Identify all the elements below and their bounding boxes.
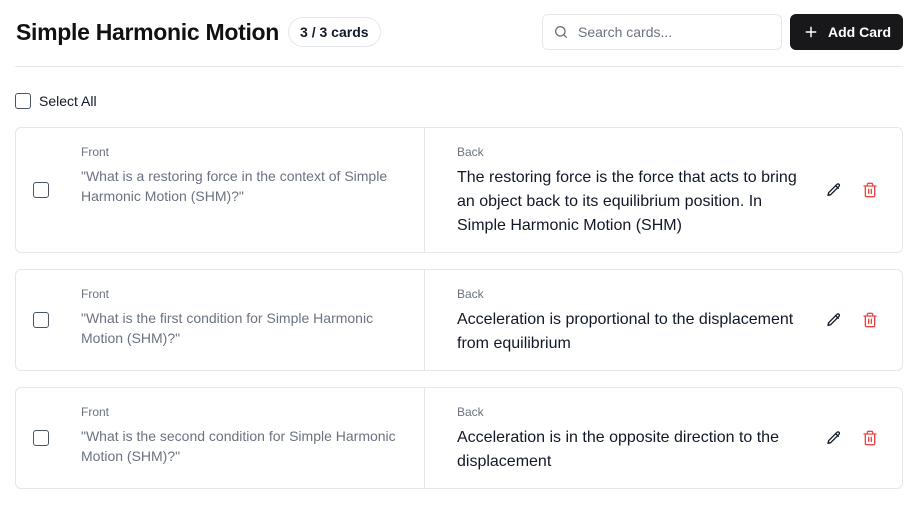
front-text: "What is a restoring force in the contex… xyxy=(81,168,388,204)
card-front: Front "What is the second condition for … xyxy=(65,388,425,488)
back-label: Back xyxy=(457,145,484,159)
delete-button[interactable] xyxy=(858,426,882,450)
search-box[interactable] xyxy=(542,14,782,50)
back-text: Acceleration is proportional to the disp… xyxy=(457,311,794,352)
flashcard: Front "What is the second condition for … xyxy=(15,387,903,489)
search-input[interactable] xyxy=(578,24,768,40)
card-actions xyxy=(822,270,902,370)
flashcard: Front "What is the first condition for S… xyxy=(15,269,903,371)
card-count-badge: 3 / 3 cards xyxy=(288,17,381,47)
back-text: The restoring force is the force that ac… xyxy=(457,169,797,234)
plus-icon xyxy=(804,25,818,39)
flashcard: Front "What is a restoring force in the … xyxy=(15,127,903,253)
card-checkbox[interactable] xyxy=(33,182,49,198)
card-front: Front "What is the first condition for S… xyxy=(65,270,425,370)
card-back: Back Acceleration is proportional to the… xyxy=(425,270,822,370)
card-front: Front "What is a restoring force in the … xyxy=(65,128,425,252)
card-checkbox[interactable] xyxy=(33,312,49,328)
add-card-button[interactable]: Add Card xyxy=(790,14,903,50)
search-icon xyxy=(553,24,569,40)
card-back: Back The restoring force is the force th… xyxy=(425,128,822,252)
edit-button[interactable] xyxy=(822,308,846,332)
front-label: Front xyxy=(81,145,110,159)
trash-icon xyxy=(862,430,878,446)
trash-icon xyxy=(862,312,878,328)
pencil-icon xyxy=(826,312,842,328)
delete-button[interactable] xyxy=(858,178,882,202)
page-title: Simple Harmonic Motion xyxy=(16,18,280,45)
header-divider xyxy=(15,66,903,67)
card-checkbox[interactable] xyxy=(33,430,49,446)
select-all-checkbox[interactable] xyxy=(15,93,31,109)
pencil-icon xyxy=(826,430,842,446)
edit-button[interactable] xyxy=(822,178,846,202)
back-text: Acceleration is in the opposite directio… xyxy=(457,429,779,470)
front-label: Front xyxy=(81,405,110,419)
card-checkbox-cell xyxy=(16,388,65,488)
edit-button[interactable] xyxy=(822,426,846,450)
card-checkbox-cell xyxy=(16,270,65,370)
trash-icon xyxy=(862,182,878,198)
card-back: Back Acceleration is in the opposite dir… xyxy=(425,388,822,488)
front-text: "What is the second condition for Simple… xyxy=(81,428,396,464)
select-all-row: Select All xyxy=(15,93,97,109)
page-header: Simple Harmonic Motion 3 / 3 cards Add C… xyxy=(16,14,903,50)
add-card-label: Add Card xyxy=(828,24,891,40)
delete-button[interactable] xyxy=(858,308,882,332)
front-text: "What is the first condition for Simple … xyxy=(81,310,374,346)
back-label: Back xyxy=(457,287,484,301)
front-label: Front xyxy=(81,287,110,301)
card-actions xyxy=(822,128,902,252)
back-label: Back xyxy=(457,405,484,419)
card-checkbox-cell xyxy=(16,128,65,252)
card-actions xyxy=(822,388,902,488)
pencil-icon xyxy=(826,182,842,198)
select-all-label: Select All xyxy=(39,93,97,109)
